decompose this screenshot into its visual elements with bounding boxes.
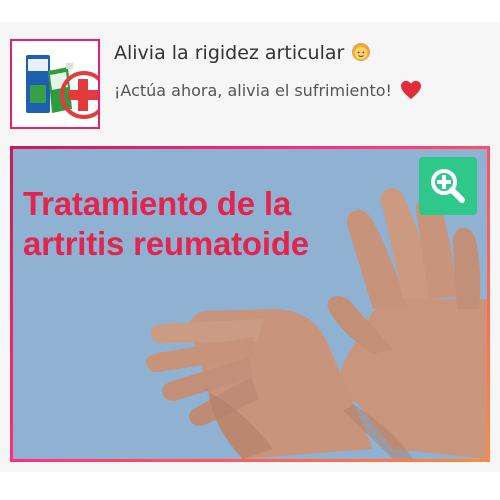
ad-card[interactable]: Alivia la rigidez articular ¡Actúa ahora…	[0, 22, 500, 472]
card-title-text: Alivia la rigidez articular	[114, 42, 345, 64]
banner-headline: Tratamiento de la artritis reumatoide	[23, 184, 309, 264]
product-thumbnail[interactable]	[10, 39, 100, 129]
heart-icon	[400, 80, 421, 100]
card-subtitle-text: ¡Actúa ahora, alivia el sufrimiento!	[114, 81, 392, 100]
magnify-plus-icon	[431, 169, 465, 203]
cream-tube-with-plus-icon	[12, 41, 98, 127]
zoom-button[interactable]	[419, 157, 477, 215]
article-banner-image[interactable]: Tratamiento de la artritis reumatoide	[10, 146, 490, 462]
banner-headline-line2: artritis reumatoide	[23, 225, 309, 262]
card-header: Alivia la rigidez articular ¡Actúa ahora…	[0, 22, 500, 146]
woman-emoji-icon	[352, 43, 371, 61]
card-title[interactable]: Alivia la rigidez articular	[114, 40, 372, 64]
card-subtitle: ¡Actúa ahora, alivia el sufrimiento!	[114, 80, 422, 100]
banner-headline-line1: Tratamiento de la	[23, 185, 292, 222]
